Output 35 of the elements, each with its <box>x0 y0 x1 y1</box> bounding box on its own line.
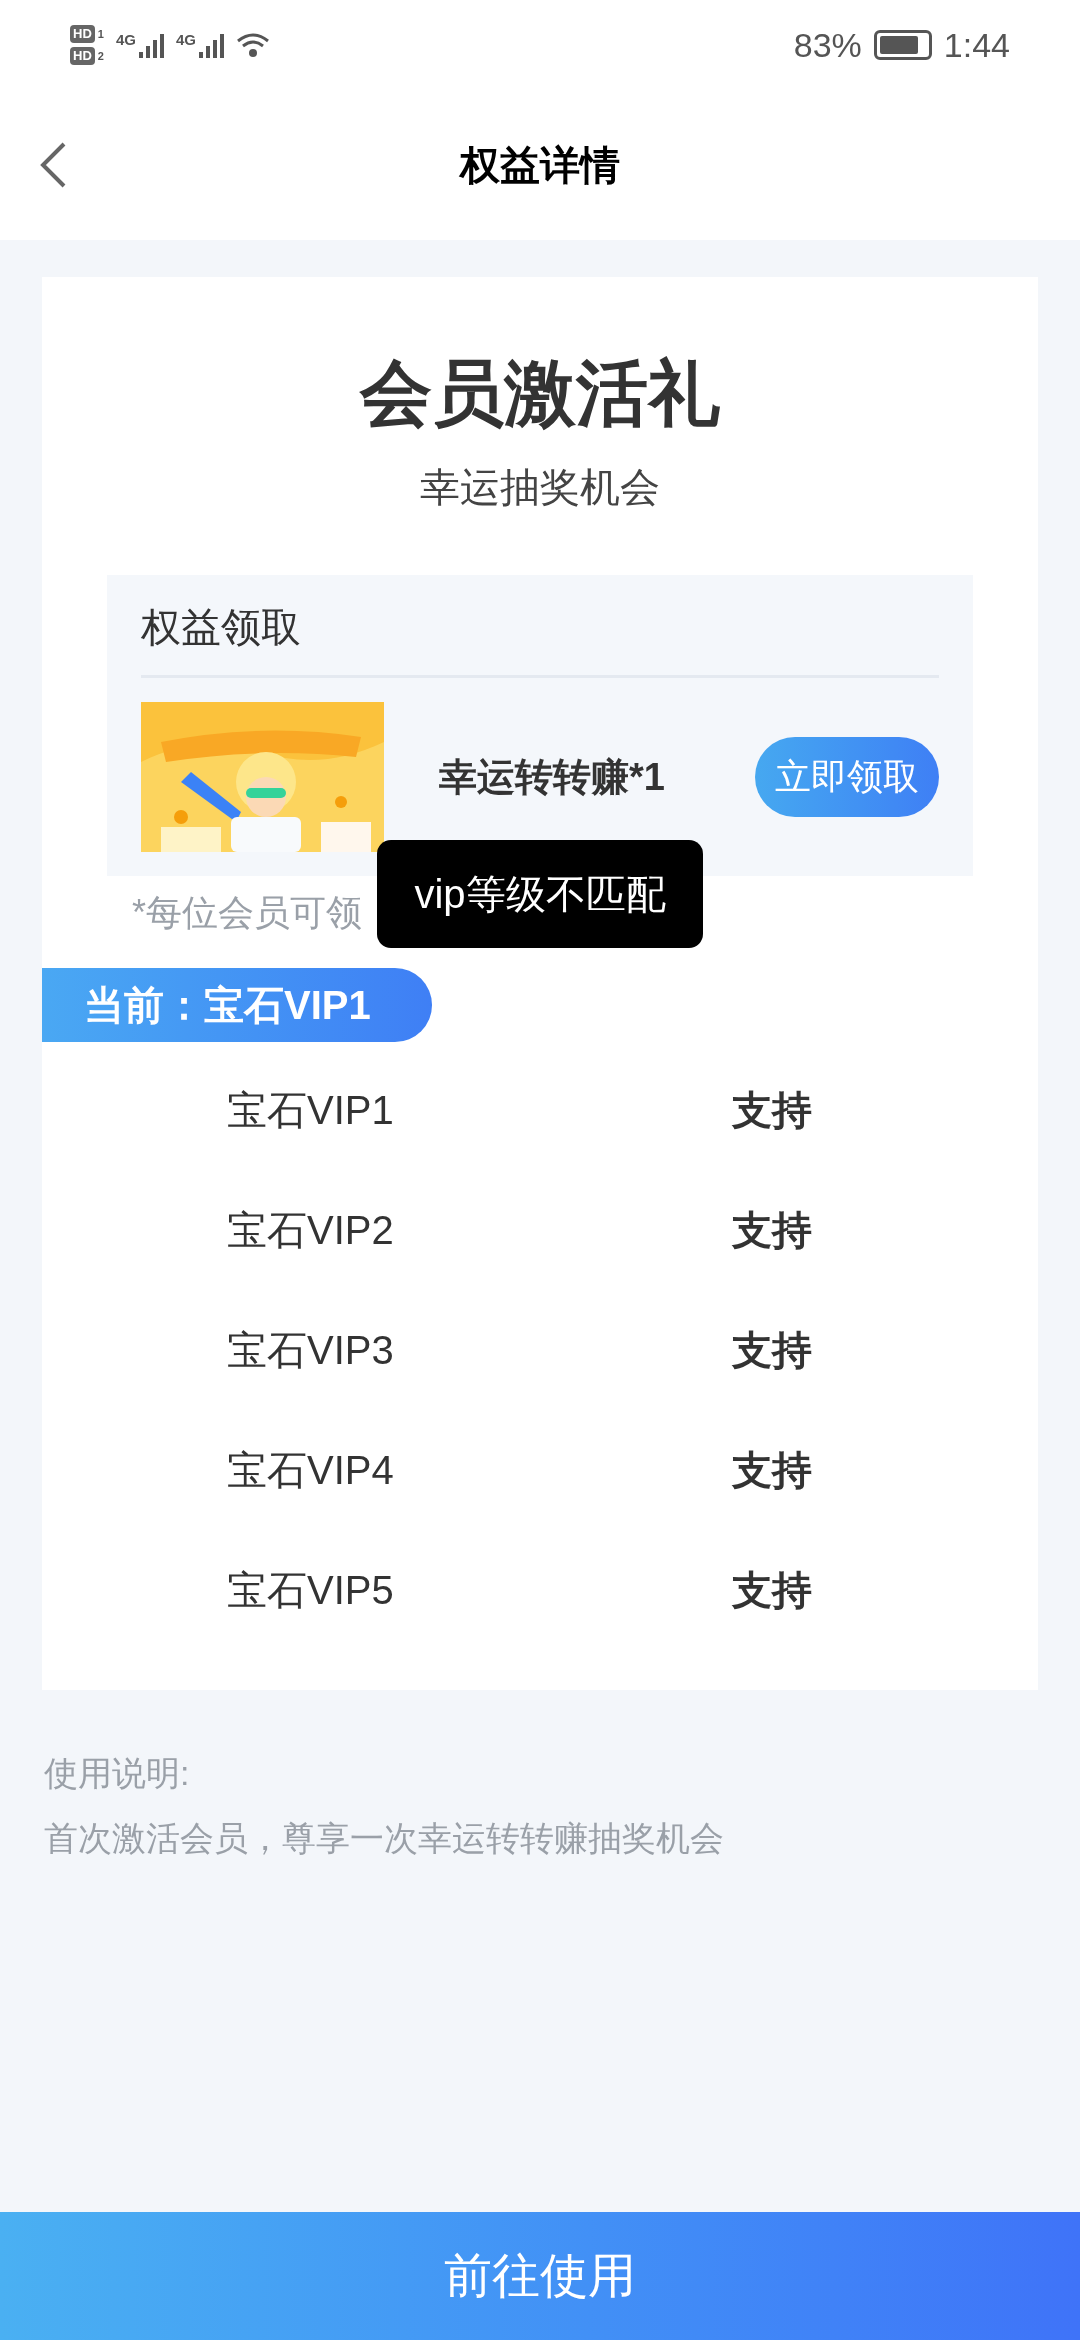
sim-label: HD <box>70 25 95 43</box>
network-label: 4G <box>115 32 136 47</box>
sim-index: 2 <box>97 50 104 62</box>
battery-icon <box>873 30 932 60</box>
card-subtitle: 幸运抽奖机会 <box>420 467 660 507</box>
level-name: 宝石VIP1 <box>227 1087 395 1134</box>
usage-text: 首次激活会员，尊享一次幸运转转赚抽奖机会 <box>44 1818 725 1859</box>
section-heading: 权益领取 <box>141 597 939 678</box>
card-title: 会员激活礼 <box>360 357 720 429</box>
level-name: 宝石VIP5 <box>227 1567 395 1614</box>
current-level-badge: 当前：宝石VIP1 <box>42 968 432 1042</box>
battery-percent: 83% <box>793 24 862 66</box>
support-status: 支持 <box>732 1567 812 1614</box>
clock: 1:44 <box>943 24 1010 66</box>
reward-name: 幸运转转赚*1 <box>439 754 665 800</box>
network-label: 4G <box>175 32 196 47</box>
claim-button[interactable]: 立即领取 <box>755 737 939 817</box>
level-name: 宝石VIP4 <box>227 1447 395 1494</box>
signal-icon <box>137 32 164 58</box>
note-text: *每位会员可领 <box>132 891 362 935</box>
level-name: 宝石VIP3 <box>227 1327 395 1374</box>
support-status: 支持 <box>732 1327 812 1374</box>
use-button[interactable]: 前往使用 <box>0 2212 1080 2340</box>
usage-heading: 使用说明: <box>44 1753 191 1794</box>
toast-message: vip等级不匹配 <box>377 840 703 948</box>
support-status: 支持 <box>732 1207 812 1254</box>
sim-index: 1 <box>97 28 104 40</box>
wifi-icon <box>235 32 270 58</box>
support-status: 支持 <box>732 1087 812 1134</box>
signal-icon <box>197 32 224 58</box>
sim-label: HD <box>70 47 95 65</box>
support-status: 支持 <box>732 1447 812 1494</box>
page-title: 权益详情 <box>460 142 620 189</box>
level-name: 宝石VIP2 <box>227 1207 395 1254</box>
back-icon[interactable] <box>38 141 68 189</box>
